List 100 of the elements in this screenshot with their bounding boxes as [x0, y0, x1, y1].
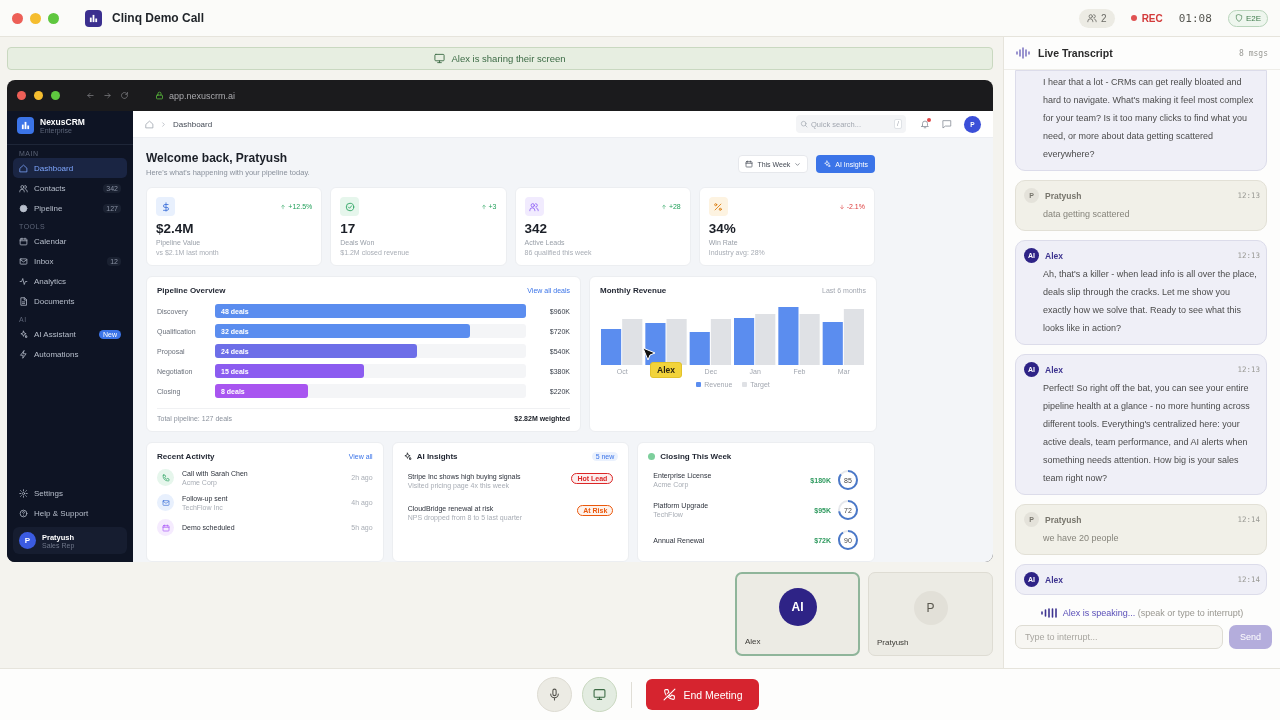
speaker-name: Alex	[1045, 250, 1063, 261]
check-circle-icon	[344, 201, 355, 212]
shield-icon	[1234, 14, 1243, 22]
speaker-name: Alex	[1045, 364, 1063, 375]
message-text: I hear that a lot - CRMs can get really bloated and hard to navigate. What's making it feel most complex for your team? Is it too many clicks to find what you need, or more about data getting scattered everywhere?	[1042, 76, 1255, 161]
reload-icon	[120, 91, 129, 100]
message-text: we have 20 people	[1042, 532, 1120, 545]
up-arrow-icon	[480, 203, 487, 210]
speaker-name: Pratyush	[1045, 190, 1082, 201]
chevron-down-icon	[794, 160, 802, 168]
panel-title: Live Transcript	[1038, 47, 1113, 59]
call-timer: 01:08	[1178, 11, 1212, 25]
mail-icon	[19, 256, 28, 266]
up-arrow-icon	[280, 203, 287, 210]
sparkle-icon	[823, 160, 832, 168]
target-bar	[710, 319, 731, 365]
forward-arrow-icon	[103, 91, 112, 100]
revenue-bar	[778, 307, 799, 365]
card-title: Monthly Revenue	[600, 286, 667, 295]
users-icon	[19, 183, 28, 193]
target-bar	[755, 314, 776, 365]
cursor-name-tag: Alex	[650, 362, 682, 378]
maximize-window-button[interactable]	[48, 12, 59, 24]
minimize-window-button[interactable]	[30, 12, 41, 24]
calendar-icon	[161, 523, 170, 532]
screen-share-button[interactable]	[581, 677, 617, 712]
target-bar	[622, 319, 643, 365]
stat-value: 17	[340, 221, 357, 236]
app-logo-icon	[85, 9, 102, 27]
encryption-badge: E2E	[1227, 9, 1268, 27]
message-text: Perfect! So right off the bat, you can see your entire pipeline health at a glance - no more hunting across different tools. Everything's centralized here: your active deals, team performance, and AI alerts when something needs attention. How big is your sales team right now?	[1042, 382, 1251, 485]
brand-name: NexusCRM	[40, 117, 85, 127]
card-title: Pipeline Overview	[157, 286, 226, 295]
status-dot-icon	[648, 453, 656, 460]
interrupt-input[interactable]: Type to interrupt...	[1015, 625, 1223, 649]
document-icon	[19, 296, 28, 306]
microphone-icon	[547, 688, 561, 701]
monitor-icon	[434, 53, 446, 64]
revenue-bar	[822, 322, 843, 365]
down-arrow-icon	[838, 203, 845, 210]
close-window-button[interactable]	[12, 12, 23, 24]
microphone-button[interactable]	[536, 677, 572, 712]
message-text: Ah, that's a killer - when lead info is all over the place, deals slip through the cracks. Let me show you exactly how we solve that. Ready to see what this looks like in action?	[1042, 268, 1258, 335]
sidebar-item[interactable]: Help & Support	[13, 503, 127, 523]
sparkle-icon	[19, 329, 28, 339]
mail-icon	[161, 498, 170, 507]
chat-icon	[942, 119, 952, 129]
revenue-bar	[734, 318, 755, 365]
phone-off-icon	[662, 688, 676, 701]
users-icon	[529, 201, 539, 212]
users-icon	[1087, 13, 1098, 23]
card-title: Recent Activity	[157, 452, 215, 461]
revenue-bar	[601, 329, 622, 365]
pointer-cursor-icon	[642, 347, 656, 361]
message-count: 8 msgs	[1239, 48, 1268, 58]
stat-value: $2.4M	[156, 221, 195, 236]
circle-icon	[19, 203, 28, 213]
user-avatar: P	[19, 532, 36, 549]
sidebar-item[interactable]: Calendar	[13, 231, 127, 251]
target-bar	[666, 319, 687, 365]
message-text: data getting scattered	[1042, 208, 1131, 221]
lock-icon	[155, 91, 164, 100]
sidebar-item[interactable]: Settings	[13, 483, 127, 503]
participants-badge[interactable]: 2	[1079, 8, 1115, 28]
sparkle-icon	[402, 452, 412, 461]
bell-icon	[920, 119, 930, 129]
url-text: app.nexuscrm.ai	[169, 90, 236, 101]
welcome-heading: Welcome back, Pratyush	[146, 151, 289, 165]
pulse-icon	[19, 276, 28, 286]
stat-value: 34%	[708, 221, 737, 236]
sidebar-item[interactable]: Analytics	[13, 271, 127, 291]
up-arrow-icon	[660, 203, 667, 210]
revenue-bar	[689, 332, 710, 365]
speaker-name: Alex	[1045, 574, 1063, 585]
help-icon	[19, 508, 28, 518]
calendar-icon	[19, 236, 28, 246]
target-bar	[799, 314, 820, 365]
chevron-right-icon	[160, 120, 167, 128]
breadcrumb[interactable]: Dashboard	[173, 119, 213, 129]
recording-indicator: REC	[1130, 12, 1163, 24]
participant-tile[interactable]: AI Alex	[735, 572, 860, 656]
sidebar-item[interactable]: Documents	[13, 291, 127, 311]
participant-tile[interactable]: P Pratyush	[868, 572, 993, 656]
calendar-icon	[745, 160, 754, 168]
sidebar-item[interactable]: Dashboard	[13, 158, 127, 178]
monitor-icon	[592, 688, 606, 701]
participant-avatar: AI	[778, 588, 817, 626]
call-title: Clinq Demo Call	[112, 11, 204, 25]
settings-icon	[19, 488, 28, 498]
phone-icon	[161, 473, 170, 482]
sidebar-item[interactable]: Automations	[13, 344, 127, 364]
percent-icon	[713, 201, 724, 212]
crm-logo-icon	[17, 117, 34, 134]
card-title: AI Insights	[416, 452, 458, 461]
end-meeting-button[interactable]: End Meeting	[645, 679, 760, 710]
soundwave-icon	[1016, 47, 1030, 59]
home-icon	[145, 119, 154, 129]
bolt-icon	[19, 349, 28, 359]
card-title: Closing This Week	[660, 452, 732, 461]
dollar-icon	[160, 201, 171, 212]
